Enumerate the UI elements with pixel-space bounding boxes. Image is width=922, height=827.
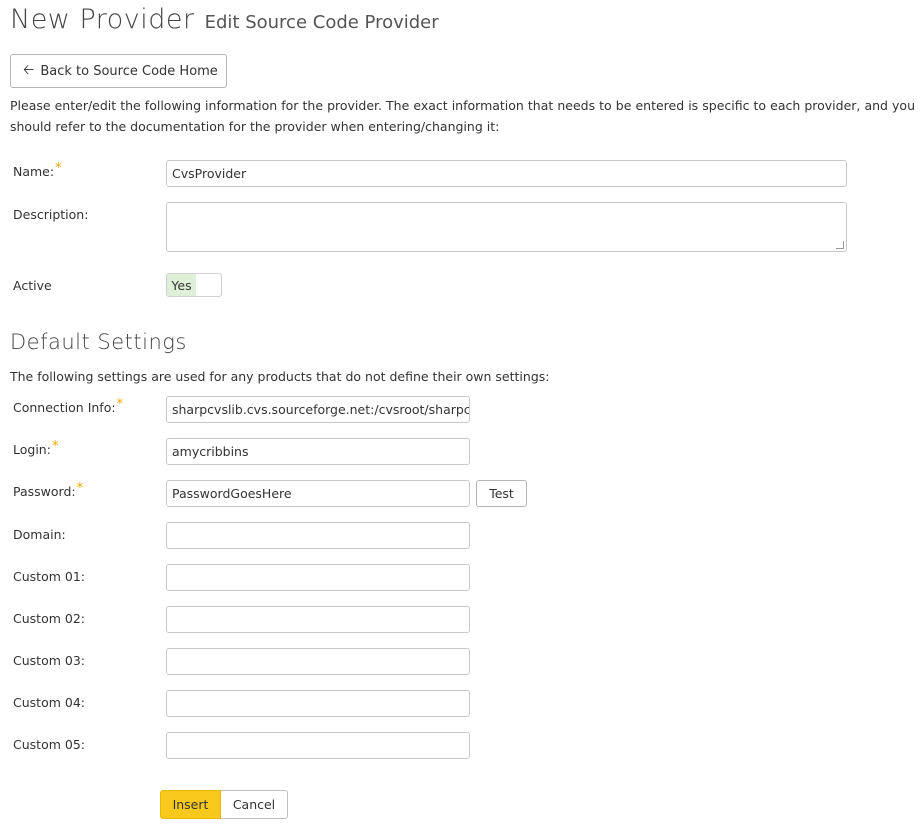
page-title-main: New Provider	[10, 4, 195, 35]
password-input[interactable]: PasswordGoesHere	[166, 480, 470, 507]
resize-grip-icon[interactable]	[836, 241, 844, 249]
custom-04-input[interactable]	[166, 690, 470, 717]
form-actions: Insert Cancel	[160, 790, 288, 819]
domain-input[interactable]	[166, 522, 470, 549]
custom-01-label: Custom 01:	[13, 569, 85, 584]
connection-info-label-text: Connection Info:	[13, 400, 116, 415]
custom-03-label: Custom 03:	[13, 653, 85, 668]
required-star-icon: *	[116, 397, 124, 412]
page: New Provider Edit Source Code Provider 🡠…	[0, 0, 922, 827]
required-star-icon: *	[76, 481, 84, 496]
page-subtitle: Edit Source Code Provider	[204, 12, 439, 33]
toggle-yes-label: Yes	[167, 274, 196, 296]
page-title: New Provider Edit Source Code Provider	[10, 4, 439, 35]
custom-01-input[interactable]	[166, 564, 470, 591]
login-label-text: Login:	[13, 442, 51, 457]
active-toggle[interactable]: Yes	[166, 273, 222, 297]
password-label-text: Password:	[13, 484, 76, 499]
custom-03-input[interactable]	[166, 648, 470, 675]
back-to-source-code-home-button[interactable]: 🡠 Back to Source Code Home	[10, 54, 227, 88]
name-input[interactable]: CvsProvider	[166, 160, 847, 187]
default-settings-heading: Default Settings	[10, 330, 187, 354]
connection-info-label: Connection Info:*	[13, 397, 124, 416]
password-label: Password:*	[13, 481, 84, 500]
login-label: Login:*	[13, 439, 59, 458]
connection-info-input[interactable]: sharpcvslib.cvs.sourceforge.net:/cvsroot…	[166, 396, 470, 423]
arrow-left-icon: 🡠	[23, 62, 35, 78]
custom-05-label: Custom 05:	[13, 737, 85, 752]
intro-text: Please enter/edit the following informat…	[10, 98, 915, 134]
cancel-button[interactable]: Cancel	[221, 790, 288, 819]
custom-02-input[interactable]	[166, 606, 470, 633]
name-label-text: Name:	[13, 164, 55, 179]
domain-label: Domain:	[13, 527, 66, 542]
required-star-icon: *	[51, 439, 59, 454]
description-textarea[interactable]	[166, 202, 847, 252]
default-settings-description: The following settings are used for any …	[10, 369, 550, 384]
custom-04-label: Custom 04:	[13, 695, 85, 710]
insert-button[interactable]: Insert	[160, 790, 221, 819]
active-label: Active	[13, 278, 52, 293]
name-label: Name:*	[13, 161, 62, 180]
back-button-label: Back to Source Code Home	[40, 63, 218, 79]
custom-05-input[interactable]	[166, 732, 470, 759]
required-star-icon: *	[55, 161, 62, 176]
description-label: Description:	[13, 207, 89, 222]
custom-02-label: Custom 02:	[13, 611, 85, 626]
login-input[interactable]: amycribbins	[166, 438, 470, 465]
test-button[interactable]: Test	[476, 480, 527, 507]
